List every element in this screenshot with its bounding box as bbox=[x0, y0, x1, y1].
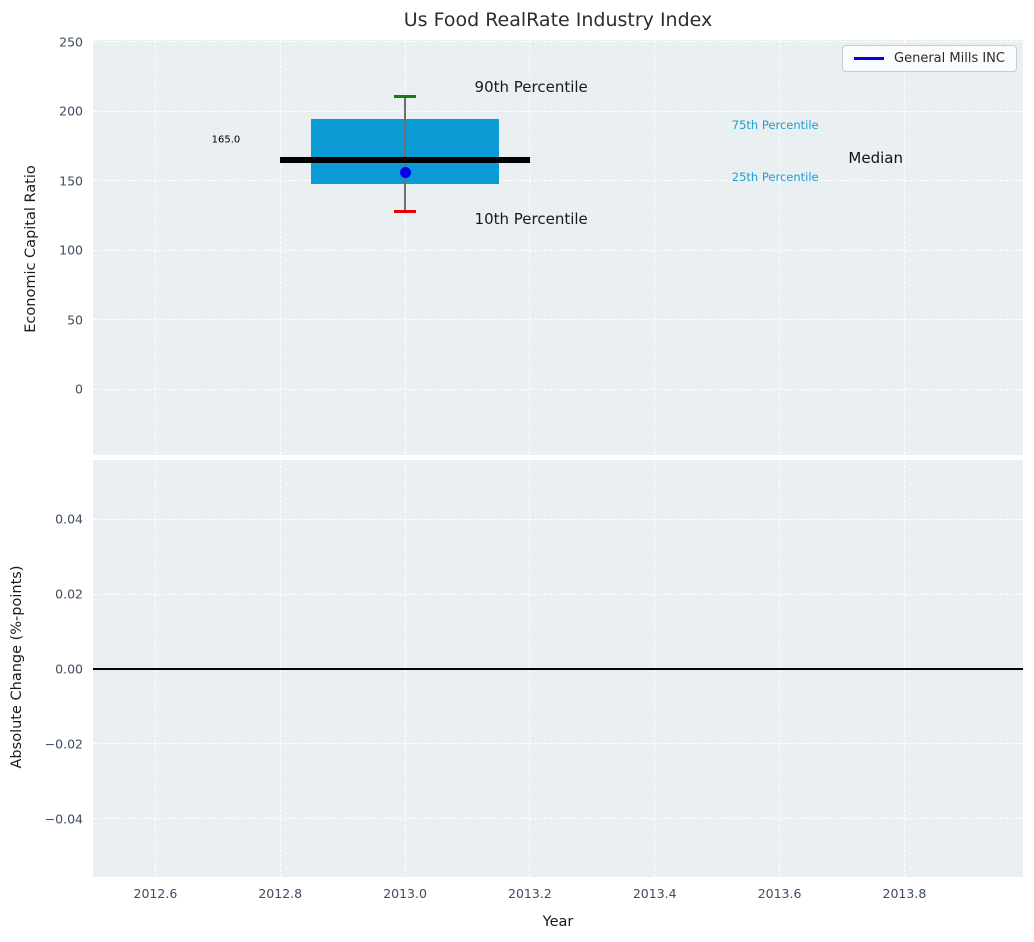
y-gridline bbox=[93, 41, 1023, 43]
x-gridline bbox=[279, 40, 281, 455]
y-tick-label: 150 bbox=[59, 173, 83, 189]
p75-label: 75th Percentile bbox=[731, 118, 819, 133]
y-tick-label: 100 bbox=[59, 242, 83, 258]
p10-cap bbox=[394, 209, 416, 213]
median-line bbox=[280, 157, 530, 164]
y-tick-label: −0.04 bbox=[44, 811, 83, 827]
y-gridline bbox=[93, 110, 1023, 112]
y-tick-label: 0 bbox=[75, 381, 83, 397]
x-axis-label: Year bbox=[542, 914, 574, 930]
p10-label: 10th Percentile bbox=[474, 209, 588, 228]
figure: Us Food RealRate Industry Index General … bbox=[0, 0, 1034, 942]
x-tick-label: 2013.6 bbox=[757, 886, 802, 901]
x-gridline bbox=[154, 40, 156, 455]
x-gridline bbox=[903, 40, 905, 455]
x-gridline bbox=[529, 40, 531, 455]
y-tick-label: 0.00 bbox=[55, 661, 83, 677]
y-tick-label: 200 bbox=[59, 103, 83, 119]
legend-label: General Mills INC bbox=[894, 51, 1005, 66]
y-tick-label: −0.02 bbox=[44, 736, 83, 752]
p90-cap bbox=[394, 95, 416, 99]
y-gridline bbox=[93, 818, 1023, 820]
x-tick-label: 2012.6 bbox=[133, 886, 178, 901]
p25-label: 25th Percentile bbox=[731, 169, 819, 184]
x-tick-label: 2013.4 bbox=[632, 886, 677, 901]
y-gridline bbox=[93, 319, 1023, 321]
legend-line-sample bbox=[854, 57, 885, 60]
x-tick-label: 2013.8 bbox=[882, 886, 927, 901]
top-y-axis-label: Economic Capital Ratio bbox=[23, 165, 39, 333]
y-gridline bbox=[93, 180, 1023, 182]
y-gridline bbox=[93, 743, 1023, 745]
median-value-label: 165.0 bbox=[211, 134, 241, 146]
p90-label: 90th Percentile bbox=[474, 77, 588, 96]
y-gridline bbox=[93, 593, 1023, 595]
company-dot bbox=[399, 167, 411, 179]
legend: General Mills INC bbox=[842, 45, 1017, 72]
zero-line bbox=[93, 668, 1023, 670]
median-label: Median bbox=[848, 148, 903, 167]
x-gridline bbox=[779, 40, 781, 455]
y-gridline bbox=[93, 518, 1023, 520]
y-tick-label: 250 bbox=[59, 34, 83, 50]
y-gridline bbox=[93, 249, 1023, 251]
x-tick-label: 2012.8 bbox=[258, 886, 303, 901]
y-gridline bbox=[93, 388, 1023, 390]
x-tick-label: 2013.0 bbox=[383, 886, 427, 901]
bottom-y-axis-label: Absolute Change (%-points) bbox=[9, 565, 25, 769]
y-tick-label: 50 bbox=[67, 312, 83, 328]
y-tick-label: 0.04 bbox=[55, 511, 83, 527]
x-tick-label: 2013.2 bbox=[508, 886, 552, 901]
chart-title: Us Food RealRate Industry Index bbox=[403, 9, 713, 31]
top-axes: General Mills INC 250 200 150 100 50 0 165.0 90… bbox=[59, 34, 1023, 455]
y-tick-label: 0.02 bbox=[55, 586, 83, 602]
whisker-line bbox=[404, 96, 406, 212]
x-gridline bbox=[654, 40, 656, 455]
bottom-axes: 2012.6 2012.8 2013.0 2013.2 2013.4 2013.6 2013… bbox=[45, 460, 1023, 901]
